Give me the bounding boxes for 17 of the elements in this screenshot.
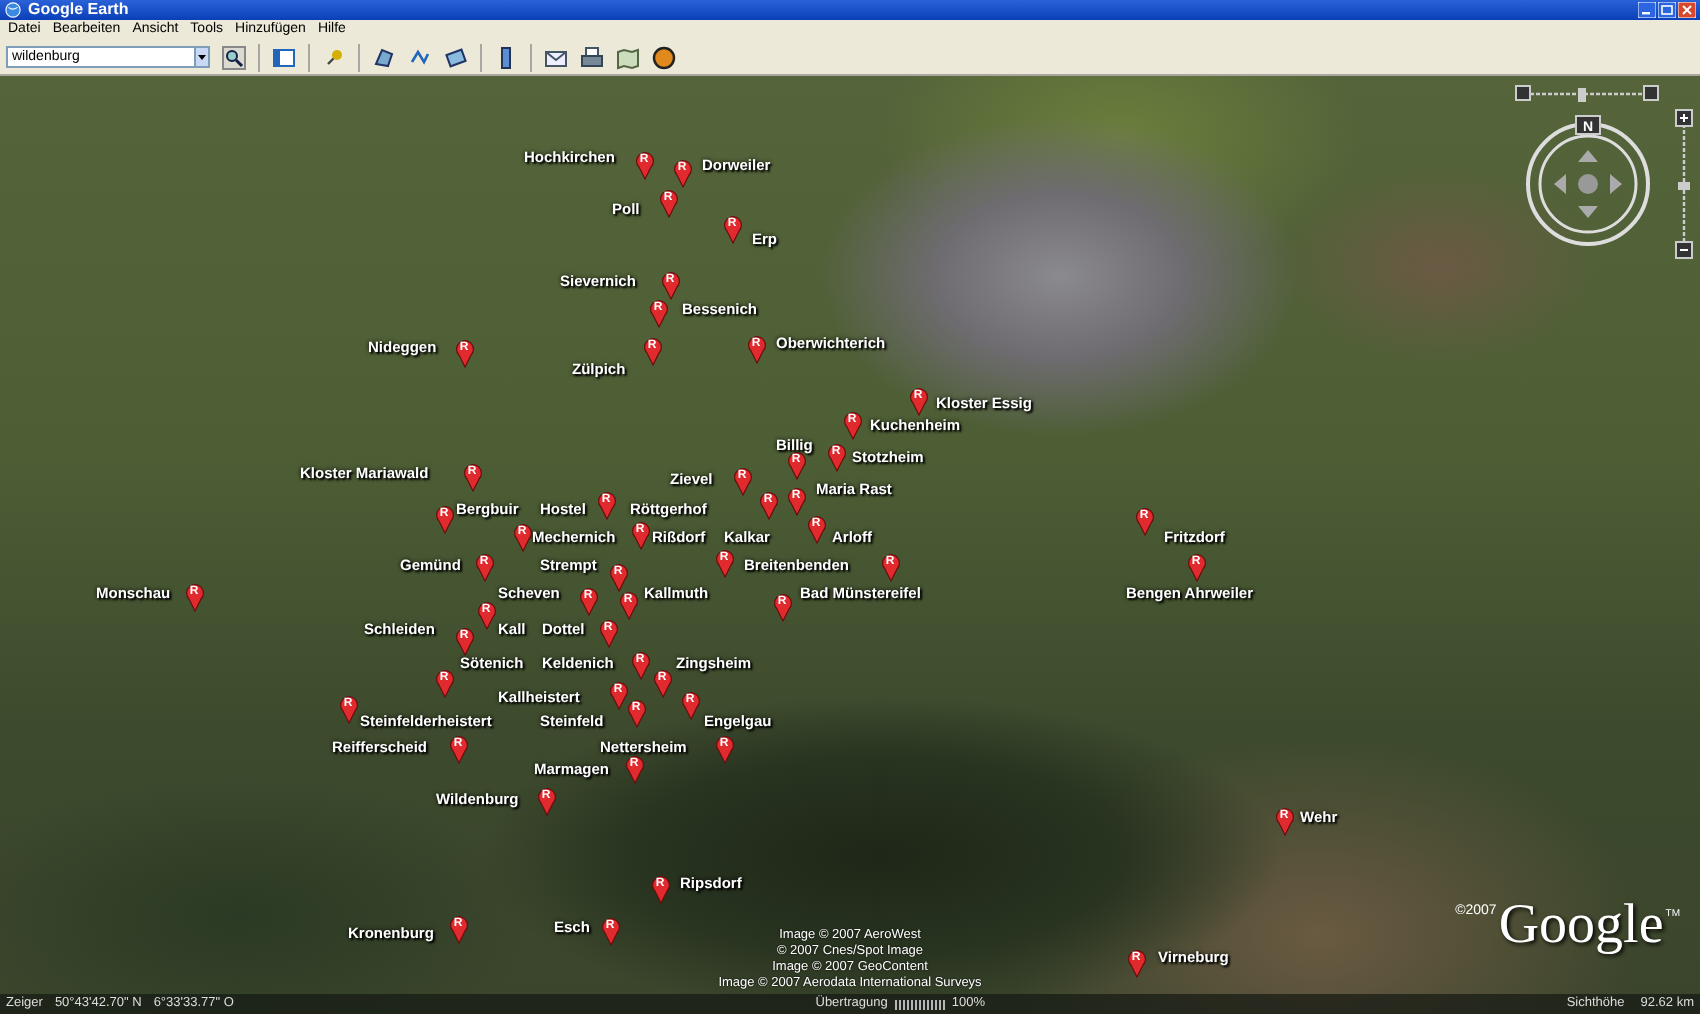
pushpin-icon[interactable]	[322, 45, 346, 69]
sidebar-toggle-icon[interactable]	[272, 45, 296, 69]
map-icon[interactable]	[616, 45, 640, 69]
polygon-icon[interactable]	[372, 45, 396, 69]
path-icon[interactable]	[408, 45, 432, 69]
search-button[interactable]	[222, 45, 246, 69]
envelope-icon[interactable]	[544, 45, 568, 69]
close-button[interactable]	[1678, 2, 1696, 18]
dropdown-caret-icon[interactable]	[194, 46, 210, 68]
minimize-button[interactable]	[1638, 2, 1656, 18]
maximize-button[interactable]	[1658, 2, 1676, 18]
satellite-photo[interactable]	[0, 76, 1700, 1014]
window-title: Google Earth	[28, 0, 129, 20]
overlay-icon[interactable]	[444, 45, 468, 69]
printer-icon[interactable]	[580, 45, 604, 69]
logo-wordmark: Google	[1498, 896, 1664, 956]
streaming-bars-icon	[893, 999, 946, 1009]
